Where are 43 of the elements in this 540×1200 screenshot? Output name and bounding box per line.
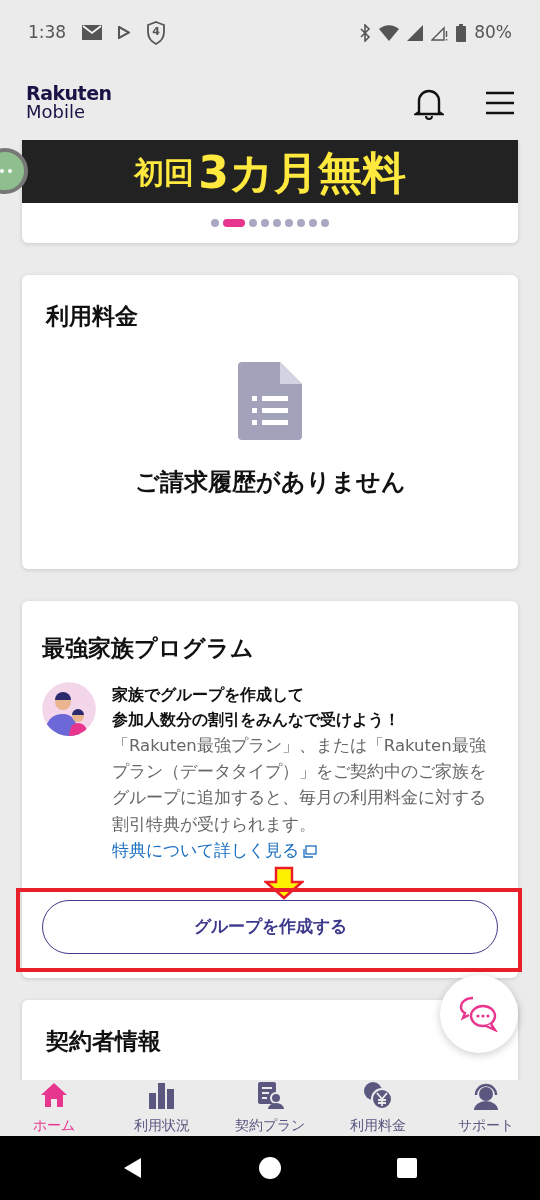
logo[interactable]: Rakuten Mobile [26, 83, 112, 122]
document-icon [238, 361, 302, 440]
nav-tab[interactable]: 契約プラン [216, 1080, 324, 1136]
description-text: 「Rakuten最強プラン」、または「Rakuten最強プラン（データタイプ）」をご契約中のご家族をグループに追加すると、毎月の利用料金に対する割引特典が受けられます。 [112, 734, 487, 836]
empty-message: ご請求履歴がありません [134, 466, 406, 498]
bluetooth-icon [359, 23, 372, 42]
nav-tab[interactable]: 利用状況 [108, 1080, 216, 1136]
bar-chart-icon [147, 1080, 177, 1111]
back-icon[interactable] [123, 1157, 143, 1179]
carousel-dot[interactable] [297, 219, 305, 227]
carousel-dot[interactable] [273, 219, 281, 227]
carousel-dot[interactable] [321, 219, 329, 227]
chat-icon [459, 996, 499, 1032]
signal-icon [407, 24, 424, 41]
mail-icon [82, 25, 103, 40]
card-title: 契約者情報 [46, 1026, 161, 1056]
create-group-button[interactable]: グループを作成する [42, 899, 498, 954]
clock: 1:38 [28, 20, 67, 44]
family-avatar-icon [42, 681, 96, 736]
external-link-icon [303, 844, 317, 858]
details-link[interactable]: 特典について詳しく見る [112, 838, 317, 864]
headline-text: 参加人数分の割引をみんなで受けよう！ [112, 709, 401, 732]
carousel-dot[interactable] [211, 219, 219, 227]
menu-icon[interactable] [486, 90, 514, 115]
recents-icon[interactable] [397, 1158, 417, 1178]
card-title: 最強家族プログラム [42, 634, 255, 663]
battery-icon [456, 23, 467, 42]
card-title: 利用料金 [46, 302, 138, 331]
carousel-dot[interactable] [285, 219, 293, 227]
carousel-dot[interactable] [261, 219, 269, 227]
promo-banner[interactable]: 初回 3カ月無料 [22, 140, 518, 203]
battery-level: 80% [474, 20, 512, 44]
shield-icon: 4 [146, 20, 167, 45]
home-button-icon[interactable] [258, 1156, 282, 1180]
no-signal-icon [431, 24, 449, 41]
nav-tab[interactable]: サポート [432, 1080, 540, 1136]
nav-tab[interactable]: ホーム [0, 1080, 108, 1136]
headline-text: 家族でグループを作成して [112, 683, 305, 706]
carousel-dot[interactable] [249, 219, 257, 227]
wifi-icon [379, 24, 400, 41]
play-icon [118, 26, 131, 39]
nav-tab[interactable]: 利用料金 [324, 1080, 432, 1136]
carousel-dot[interactable] [309, 219, 317, 227]
